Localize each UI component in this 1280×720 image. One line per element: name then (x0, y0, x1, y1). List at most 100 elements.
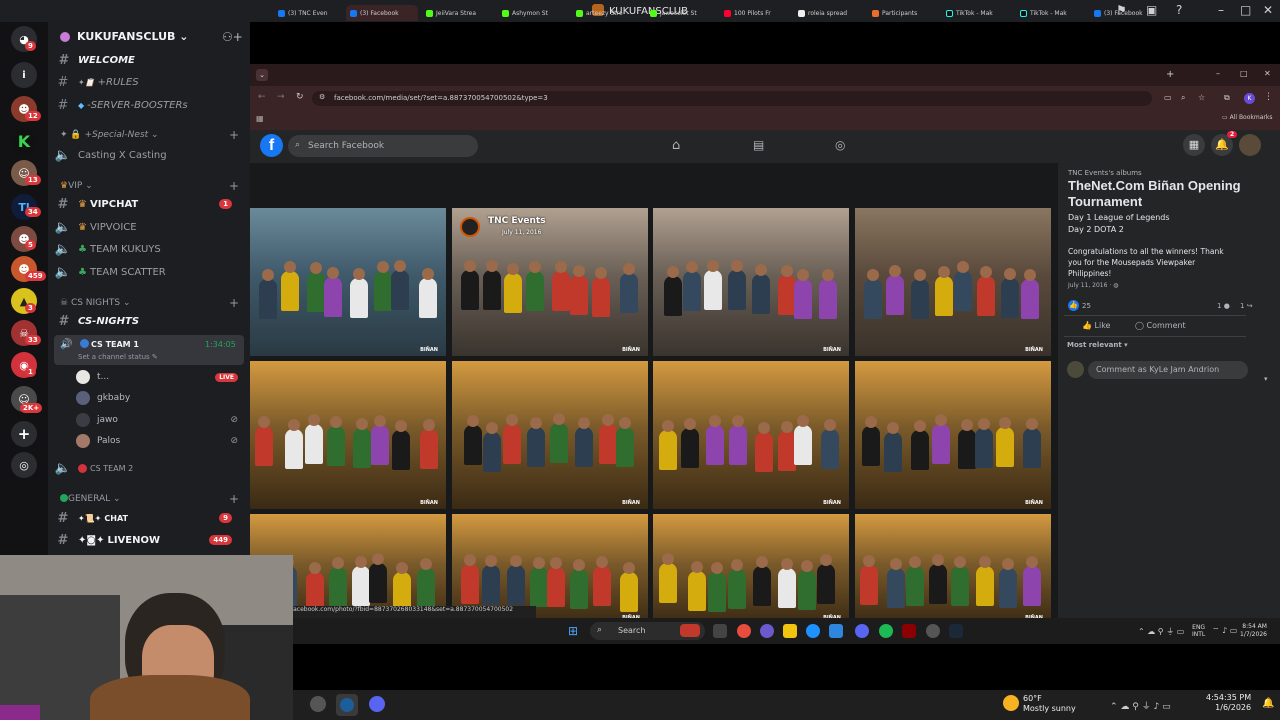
category-special-nest[interactable]: ✦ 🔒 +Special-Nest ⌄ (60, 130, 159, 140)
obs-icon[interactable] (310, 696, 326, 712)
browser-tab[interactable]: 100 Pilots Fr (720, 5, 792, 21)
facebook-search-input[interactable]: Search Facebook (288, 135, 478, 157)
browser-tab[interactable]: roleia spread (794, 5, 866, 21)
add-channel-icon[interactable]: + (229, 128, 239, 142)
cast-icon[interactable]: ▭ (1164, 93, 1172, 102)
browser-tab[interactable]: Ashymon St (498, 5, 570, 21)
browser-tab[interactable]: (3) Facebook (1090, 5, 1162, 21)
channel-rules[interactable]: # ✦📋 +RULES (54, 72, 244, 92)
comment-count[interactable]: 1 ● (1217, 302, 1230, 310)
edge-icon[interactable] (806, 624, 820, 638)
all-bookmarks[interactable]: ▭ All Bookmarks (1222, 114, 1272, 121)
facebook-logo-icon[interactable]: f (260, 134, 283, 157)
sort-dropdown[interactable]: Most relevant ▾ (1067, 341, 1128, 349)
channel-vipchat[interactable]: # ♛ VIPCHAT 1 (54, 194, 244, 214)
add-channel-icon[interactable]: + (229, 179, 239, 193)
channel-vipvoice[interactable]: 🔈 ♛ VIPVOICE (54, 217, 244, 237)
share-count[interactable]: 1 ↪ (1240, 302, 1253, 310)
address-input[interactable]: facebook.com/media/set/?set=a.8873700547… (312, 91, 1152, 106)
browser-tab-active[interactable]: (3) Facebook (346, 5, 418, 21)
profile-avatar[interactable]: K (1244, 93, 1255, 104)
extensions-icon[interactable]: ⧉ (1224, 93, 1230, 103)
album-date[interactable]: July 11, 2016 · ◍ (1068, 282, 1118, 289)
category-general[interactable]: GENERAL ⌄ (60, 494, 121, 504)
network-volume-icons[interactable]: ⌔ ♪ ▭ (1212, 626, 1237, 636)
discord-icon[interactable] (369, 696, 385, 712)
inner-clock[interactable]: 8:54 AM 1/7/2026 (1240, 623, 1267, 639)
marketplace-icon[interactable]: ▤ (753, 138, 764, 152)
close-button[interactable]: ✕ (1263, 3, 1273, 17)
channel-welcome[interactable]: # WELCOME (54, 50, 244, 70)
album-photo[interactable]: BIÑAN (250, 361, 446, 509)
server-icon-k[interactable]: K (11, 128, 37, 154)
album-photo[interactable]: BIÑAN (855, 208, 1051, 356)
album-photo[interactable]: BIÑAN (653, 361, 849, 509)
discover-icon[interactable]: ◎ (11, 452, 37, 478)
browser-tab[interactable]: Participants (868, 5, 940, 21)
host-clock[interactable]: 4:54:35 PM 1/6/2026 (1206, 693, 1251, 713)
site-info-icon[interactable]: ⚙ (319, 93, 325, 101)
help-icon[interactable]: ? (1176, 3, 1182, 17)
invite-people-icon[interactable]: ⚇+ (222, 30, 243, 44)
store-icon[interactable] (829, 624, 843, 638)
channel-chat[interactable]: # ✦📜✦ CHAT 9 (54, 508, 244, 528)
discord-icon[interactable] (855, 624, 869, 638)
steam-icon[interactable] (949, 624, 963, 638)
browser-tab[interactable]: TikTok - Mak (1016, 5, 1088, 21)
channel-team-scatter[interactable]: 🔈 ♣ TEAM SCATTER (54, 262, 244, 282)
chrome-icon[interactable] (737, 624, 751, 638)
star-icon[interactable]: ☆ (1198, 93, 1205, 102)
inbox-server-icon[interactable]: i (11, 62, 37, 88)
back-icon[interactable]: ← (258, 92, 266, 102)
scroll-down-icon[interactable]: ▾ (1264, 375, 1268, 383)
album-owner[interactable]: TNC Events's albums (1068, 169, 1142, 177)
task-view-icon[interactable] (713, 624, 727, 638)
menu-icon[interactable]: ⋮ (1264, 92, 1273, 102)
album-photo[interactable]: BIÑAN (250, 208, 446, 356)
weather-widget[interactable]: 60°F Mostly sunny (1023, 694, 1076, 714)
add-server-icon[interactable]: + (11, 421, 37, 447)
windows-start-icon[interactable]: ⊞ (568, 624, 578, 638)
category-vip[interactable]: ♛VIP ⌄ (60, 181, 93, 191)
comment-input[interactable]: Comment as KyLe Jam Andrion (1088, 361, 1248, 379)
browser-tab[interactable]: JeiiVara Strea (422, 5, 494, 21)
like-button[interactable]: 👍 Like (1082, 321, 1110, 330)
groups-icon[interactable]: ◎ (835, 138, 845, 152)
reload-icon[interactable]: ↻ (296, 92, 304, 102)
add-channel-icon[interactable]: + (229, 296, 239, 310)
voice-member[interactable]: jawo ⊘ (76, 410, 244, 430)
tray-chevron-icon[interactable]: ⌃ ☁ ⚲ ⏚ ▭ (1138, 626, 1184, 637)
home-icon[interactable]: ⌂ (672, 138, 680, 153)
maximize-button[interactable]: □ (1240, 3, 1251, 17)
browser-tab[interactable]: TikTok - Mak (942, 5, 1014, 21)
notification-bell-icon[interactable]: 🔔 (1262, 698, 1274, 709)
minimize-button[interactable]: – (1218, 3, 1224, 17)
copilot-icon[interactable] (760, 624, 774, 638)
voice-channel-cs-team-2[interactable]: 🔈 CS TEAM 2 (54, 458, 244, 478)
maximize-browser-button[interactable]: □ (1240, 69, 1248, 78)
profile-avatar[interactable] (1239, 134, 1261, 156)
browser-tab[interactable]: arteezy Stre (572, 5, 644, 21)
obs-icon[interactable] (926, 624, 940, 638)
close-browser-button[interactable]: ✕ (1264, 69, 1271, 78)
category-cs-nights[interactable]: ☠ CS NIGHTS ⌄ (60, 298, 131, 308)
album-photo[interactable]: BIÑAN (653, 208, 849, 356)
tray-icons[interactable]: ⌃ ☁ ⚲ ⏚ ♪ ▭ (1110, 699, 1171, 712)
file-explorer-icon[interactable] (783, 624, 797, 638)
menu-grid-icon[interactable]: ▦ (1183, 134, 1205, 156)
zoom-icon[interactable]: ⌕ (1181, 93, 1185, 103)
new-tab-button[interactable]: + (1166, 69, 1174, 80)
add-channel-icon[interactable]: + (229, 492, 239, 506)
apps-grid-icon[interactable]: ▦ (256, 114, 264, 123)
channel-server-boosters[interactable]: # ◆ -SERVER-BOOSTERs (54, 95, 244, 115)
channel-cs-nights[interactable]: # CS-NIGHTS (54, 311, 244, 331)
comment-button[interactable]: ◯ Comment (1135, 321, 1186, 330)
language-indicator[interactable]: ENG INTL (1192, 624, 1205, 638)
server-name[interactable]: KUKUFANSCLUB ⌄ (77, 30, 188, 43)
channel-status[interactable]: Set a channel status ✎ (78, 353, 158, 361)
album-photo[interactable]: BIÑAN (855, 361, 1051, 509)
album-photo[interactable]: BIÑAN (855, 514, 1051, 618)
app-icon[interactable] (902, 624, 916, 638)
album-photo[interactable]: BIÑAN (653, 514, 849, 618)
browser-tab[interactable]: (3) TNC Even (274, 5, 344, 21)
